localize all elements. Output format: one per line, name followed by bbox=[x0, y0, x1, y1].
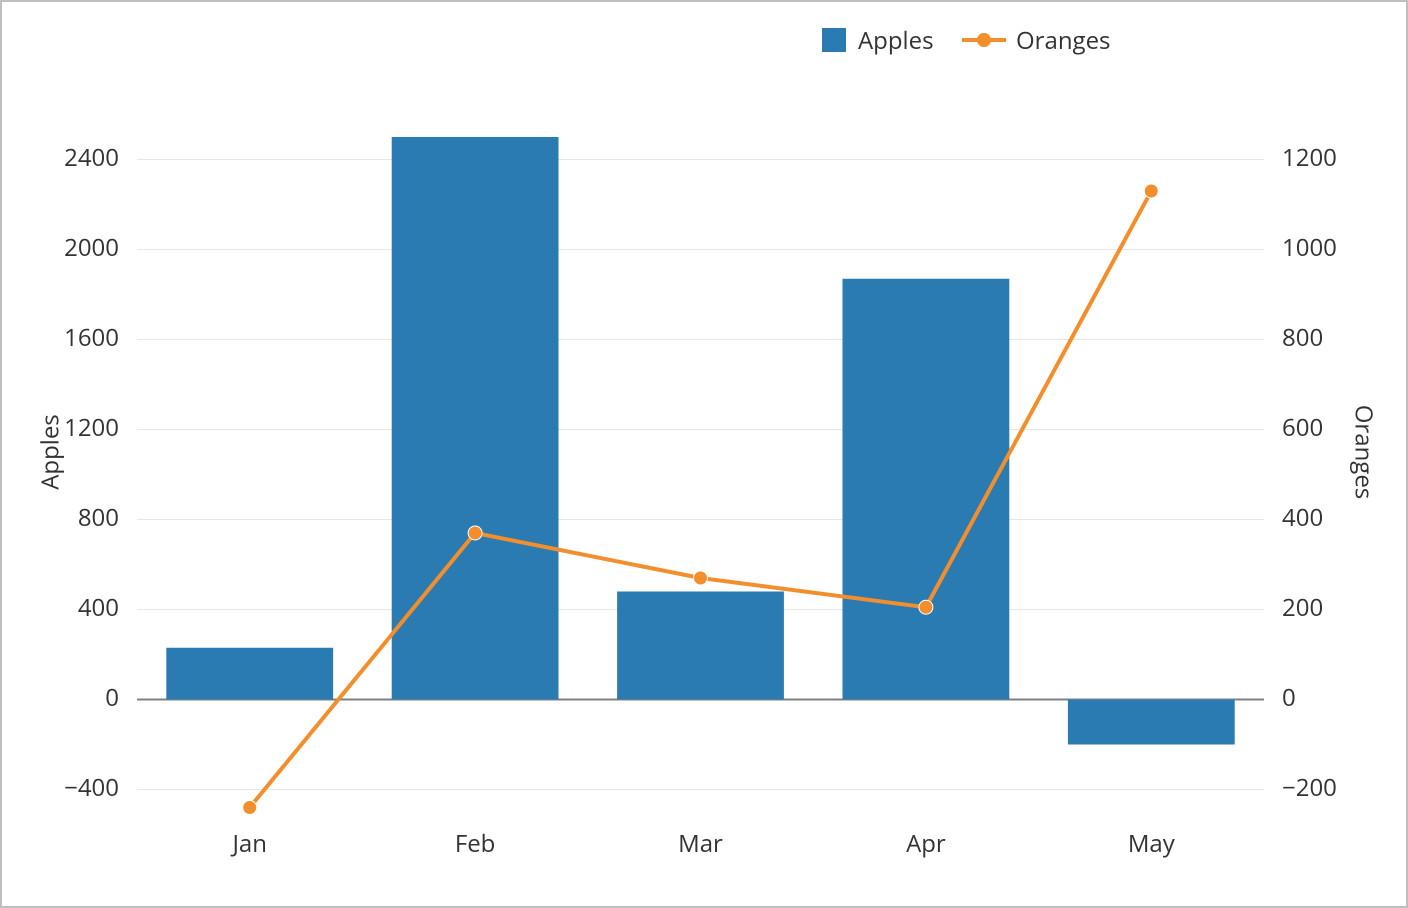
line-oranges[interactable] bbox=[250, 191, 1152, 808]
x-tick-label-mar: Mar bbox=[678, 827, 723, 860]
combo-chart: −400 0 400 800 1200 1600 2000 2400 −200 0 200 400 60… bbox=[2, 2, 1406, 906]
y-right-axis-title: Oranges bbox=[1348, 405, 1381, 499]
y-left-tick-label: 400 bbox=[78, 591, 119, 624]
y-left-tick-label: 2400 bbox=[64, 141, 119, 174]
y-left-tick-label: 0 bbox=[105, 681, 119, 714]
point-oranges-apr[interactable] bbox=[919, 600, 933, 614]
y-right-tick-label: 0 bbox=[1282, 681, 1296, 714]
legend-label-oranges[interactable]: Oranges bbox=[1016, 24, 1110, 57]
x-tick-label-feb: Feb bbox=[455, 827, 496, 860]
y-left-axis-title: Apples bbox=[33, 414, 66, 490]
legend-swatch-apples[interactable] bbox=[822, 28, 846, 52]
y-left-tick-label: −400 bbox=[64, 771, 119, 804]
point-oranges-mar[interactable] bbox=[694, 571, 708, 585]
y-right-tick-label: 1200 bbox=[1282, 141, 1337, 174]
x-tick-label-apr: Apr bbox=[906, 827, 946, 860]
y-right-tick-label: 600 bbox=[1282, 411, 1323, 444]
chart-frame: { "chart_data": { "type": "bar", "catego… bbox=[0, 0, 1408, 908]
bar-jan[interactable] bbox=[166, 648, 333, 700]
bar-mar[interactable] bbox=[617, 592, 784, 700]
bar-feb[interactable] bbox=[392, 137, 559, 700]
x-tick-label-may: May bbox=[1128, 827, 1176, 860]
bar-apr[interactable] bbox=[843, 279, 1010, 700]
point-oranges-feb[interactable] bbox=[468, 526, 482, 540]
y-right-tick-label: 1000 bbox=[1282, 231, 1337, 264]
legend-label-apples[interactable]: Apples bbox=[858, 24, 934, 57]
legend-swatch-oranges-dot[interactable] bbox=[977, 33, 991, 47]
bar-may[interactable] bbox=[1068, 700, 1235, 745]
y-right-tick-label: −200 bbox=[1282, 771, 1337, 804]
point-oranges-may[interactable] bbox=[1144, 184, 1158, 198]
y-left-tick-label: 1200 bbox=[64, 411, 119, 444]
y-right-tick-label: 200 bbox=[1282, 591, 1323, 624]
y-left-tick-label: 2000 bbox=[64, 231, 119, 264]
y-right-tick-label: 800 bbox=[1282, 321, 1323, 354]
y-left-tick-label: 800 bbox=[78, 501, 119, 534]
point-oranges-jan[interactable] bbox=[243, 801, 257, 815]
y-left-tick-label: 1600 bbox=[64, 321, 119, 354]
legend: Apples Oranges bbox=[822, 24, 1110, 57]
y-right-tick-label: 400 bbox=[1282, 501, 1323, 534]
x-tick-label-jan: Jan bbox=[230, 827, 267, 860]
